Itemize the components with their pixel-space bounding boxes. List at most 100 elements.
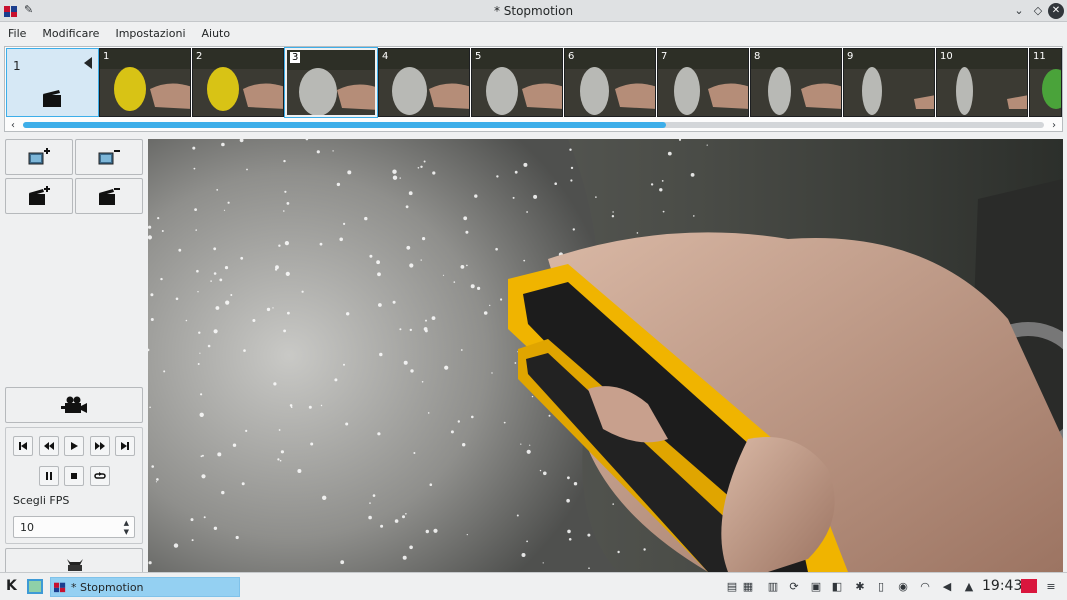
wifi-icon[interactable]: ◠ bbox=[918, 579, 932, 593]
maximize-icon[interactable]: ◇ bbox=[1030, 3, 1046, 19]
frame-number: 2 bbox=[196, 51, 203, 62]
kde-launcher-icon[interactable]: K bbox=[6, 578, 17, 594]
frame-image bbox=[287, 50, 375, 115]
taskbar: K * Stopmotion ▤ ▦ ▥ ⟳ ▣ ◧ ✱ ▯ ◉ ◠ ◀ ▲ 1… bbox=[0, 572, 1067, 600]
fps-value: 10 bbox=[20, 521, 34, 534]
storage-icon[interactable]: ▥ bbox=[766, 579, 780, 593]
frame-thumbnail[interactable]: 11 bbox=[1029, 48, 1062, 117]
frame-number: 4 bbox=[382, 51, 389, 62]
frame-number: 10 bbox=[940, 51, 953, 62]
frame-thumbnail[interactable]: 9 bbox=[843, 48, 935, 117]
add-frames-button[interactable] bbox=[5, 139, 73, 175]
task-stopmotion[interactable]: * Stopmotion bbox=[50, 577, 240, 597]
menu-modificare[interactable]: Modificare bbox=[34, 22, 107, 40]
animation-tool-button[interactable] bbox=[5, 548, 143, 574]
frame-number: 3 bbox=[290, 52, 301, 63]
task-app-icon bbox=[54, 582, 66, 593]
menu-file[interactable]: File bbox=[0, 22, 34, 40]
usb-icon[interactable]: ▯ bbox=[874, 579, 888, 593]
previous-frame-icon bbox=[44, 442, 54, 450]
scene-number: 1 bbox=[13, 59, 21, 73]
frame-thumbnail[interactable]: 7 bbox=[657, 48, 749, 117]
bluetooth-icon[interactable]: ✱ bbox=[853, 579, 867, 593]
frame-thumbnail[interactable]: 3 bbox=[284, 47, 378, 118]
scroll-right-icon[interactable]: › bbox=[1052, 120, 1056, 131]
scroll-left-icon[interactable]: ‹ bbox=[11, 120, 15, 131]
frame-image bbox=[565, 49, 655, 116]
menu-aiuto[interactable]: Aiuto bbox=[194, 22, 239, 40]
frame-number: 7 bbox=[661, 51, 668, 62]
frame-image bbox=[751, 49, 841, 116]
add-scene-button[interactable] bbox=[5, 178, 73, 214]
update-icon[interactable]: ⟳ bbox=[787, 579, 801, 593]
volume-icon[interactable]: ◀ bbox=[940, 579, 954, 593]
camera-icon bbox=[61, 396, 87, 413]
frame-number: 5 bbox=[475, 51, 482, 62]
frame-image bbox=[100, 49, 190, 116]
stop-button[interactable] bbox=[64, 466, 84, 486]
spin-down-icon[interactable]: ▼ bbox=[124, 528, 129, 536]
first-frame-button[interactable] bbox=[13, 436, 33, 456]
add-frames-icon bbox=[28, 148, 50, 165]
remove-scene-icon bbox=[99, 188, 120, 205]
frame-thumbnail[interactable]: 2 bbox=[192, 48, 284, 117]
remove-frames-icon bbox=[98, 150, 120, 165]
frame-image bbox=[472, 49, 562, 116]
frame-image bbox=[844, 49, 934, 116]
minimize-icon[interactable]: ⌄ bbox=[1011, 3, 1027, 19]
frame-number: 8 bbox=[754, 51, 761, 62]
frame-number: 11 bbox=[1033, 51, 1046, 62]
frame-image bbox=[193, 49, 283, 116]
frame-image bbox=[658, 49, 748, 116]
menu-bar: File Modificare Impostazioni Aiuto bbox=[0, 22, 1067, 46]
loop-icon bbox=[94, 472, 106, 479]
arrow-up-icon[interactable]: ▲ bbox=[962, 579, 976, 593]
camera-button[interactable] bbox=[5, 387, 143, 423]
task-label: * Stopmotion bbox=[71, 581, 144, 594]
screenshot-icon[interactable]: ▣ bbox=[809, 579, 823, 593]
filmstrip-scrollbar[interactable]: ‹ › bbox=[9, 119, 1058, 131]
remove-scene-button[interactable] bbox=[75, 178, 143, 214]
next-frame-icon bbox=[95, 442, 105, 450]
frame-thumbnail[interactable]: 8 bbox=[750, 48, 842, 117]
frame-number: 9 bbox=[847, 51, 854, 62]
menu-icon[interactable]: ≡ bbox=[1044, 579, 1058, 593]
frame-number: 1 bbox=[103, 51, 110, 62]
frame-thumbnail[interactable]: 5 bbox=[471, 48, 563, 117]
play-button[interactable] bbox=[64, 436, 84, 456]
play-icon bbox=[71, 442, 78, 450]
frame-preview bbox=[148, 139, 1063, 572]
notes-icon[interactable] bbox=[1021, 579, 1037, 593]
frame-number: 6 bbox=[568, 51, 575, 62]
scroll-thumb[interactable] bbox=[23, 122, 667, 128]
remove-frames-button[interactable] bbox=[75, 139, 143, 175]
scene-collapse-arrow-icon[interactable] bbox=[84, 57, 92, 69]
menu-impostazioni[interactable]: Impostazioni bbox=[107, 22, 193, 40]
frame-thumbnail[interactable]: 10 bbox=[936, 48, 1028, 117]
loop-button[interactable] bbox=[90, 466, 110, 486]
desktop-pager-icon[interactable] bbox=[27, 579, 43, 594]
frame-strip: 1 1 2 3 4 5 6 7 8 9 10 11 ‹ › bbox=[4, 46, 1063, 132]
title-bar: ✎ * Stopmotion ⌄ ◇ ✕ bbox=[0, 0, 1067, 22]
scroll-track[interactable] bbox=[23, 122, 1044, 128]
frame-thumbnail[interactable]: 4 bbox=[378, 48, 470, 117]
scene-thumbnail[interactable]: 1 bbox=[6, 48, 99, 117]
media-icon[interactable]: ◉ bbox=[896, 579, 910, 593]
frame-thumbnail[interactable]: 1 bbox=[99, 48, 191, 117]
fps-spinbox[interactable]: 10 ▲ ▼ bbox=[13, 516, 135, 538]
display-config-icon[interactable]: ▦ bbox=[741, 579, 755, 593]
previous-frame-button[interactable] bbox=[39, 436, 59, 456]
last-frame-icon bbox=[121, 442, 129, 450]
spin-up-icon[interactable]: ▲ bbox=[124, 519, 129, 527]
clock[interactable]: 19:43 bbox=[982, 578, 1022, 594]
close-icon[interactable]: ✕ bbox=[1048, 3, 1064, 19]
pause-button[interactable] bbox=[39, 466, 59, 486]
clipboard-icon[interactable]: ▤ bbox=[725, 579, 739, 593]
display-icon[interactable]: ◧ bbox=[830, 579, 844, 593]
frame-thumbnail[interactable]: 6 bbox=[564, 48, 656, 117]
clapperboard-icon bbox=[43, 90, 61, 107]
window-title: * Stopmotion bbox=[493, 4, 574, 18]
fps-label: Scegli FPS bbox=[13, 494, 70, 507]
last-frame-button[interactable] bbox=[115, 436, 135, 456]
next-frame-button[interactable] bbox=[90, 436, 110, 456]
